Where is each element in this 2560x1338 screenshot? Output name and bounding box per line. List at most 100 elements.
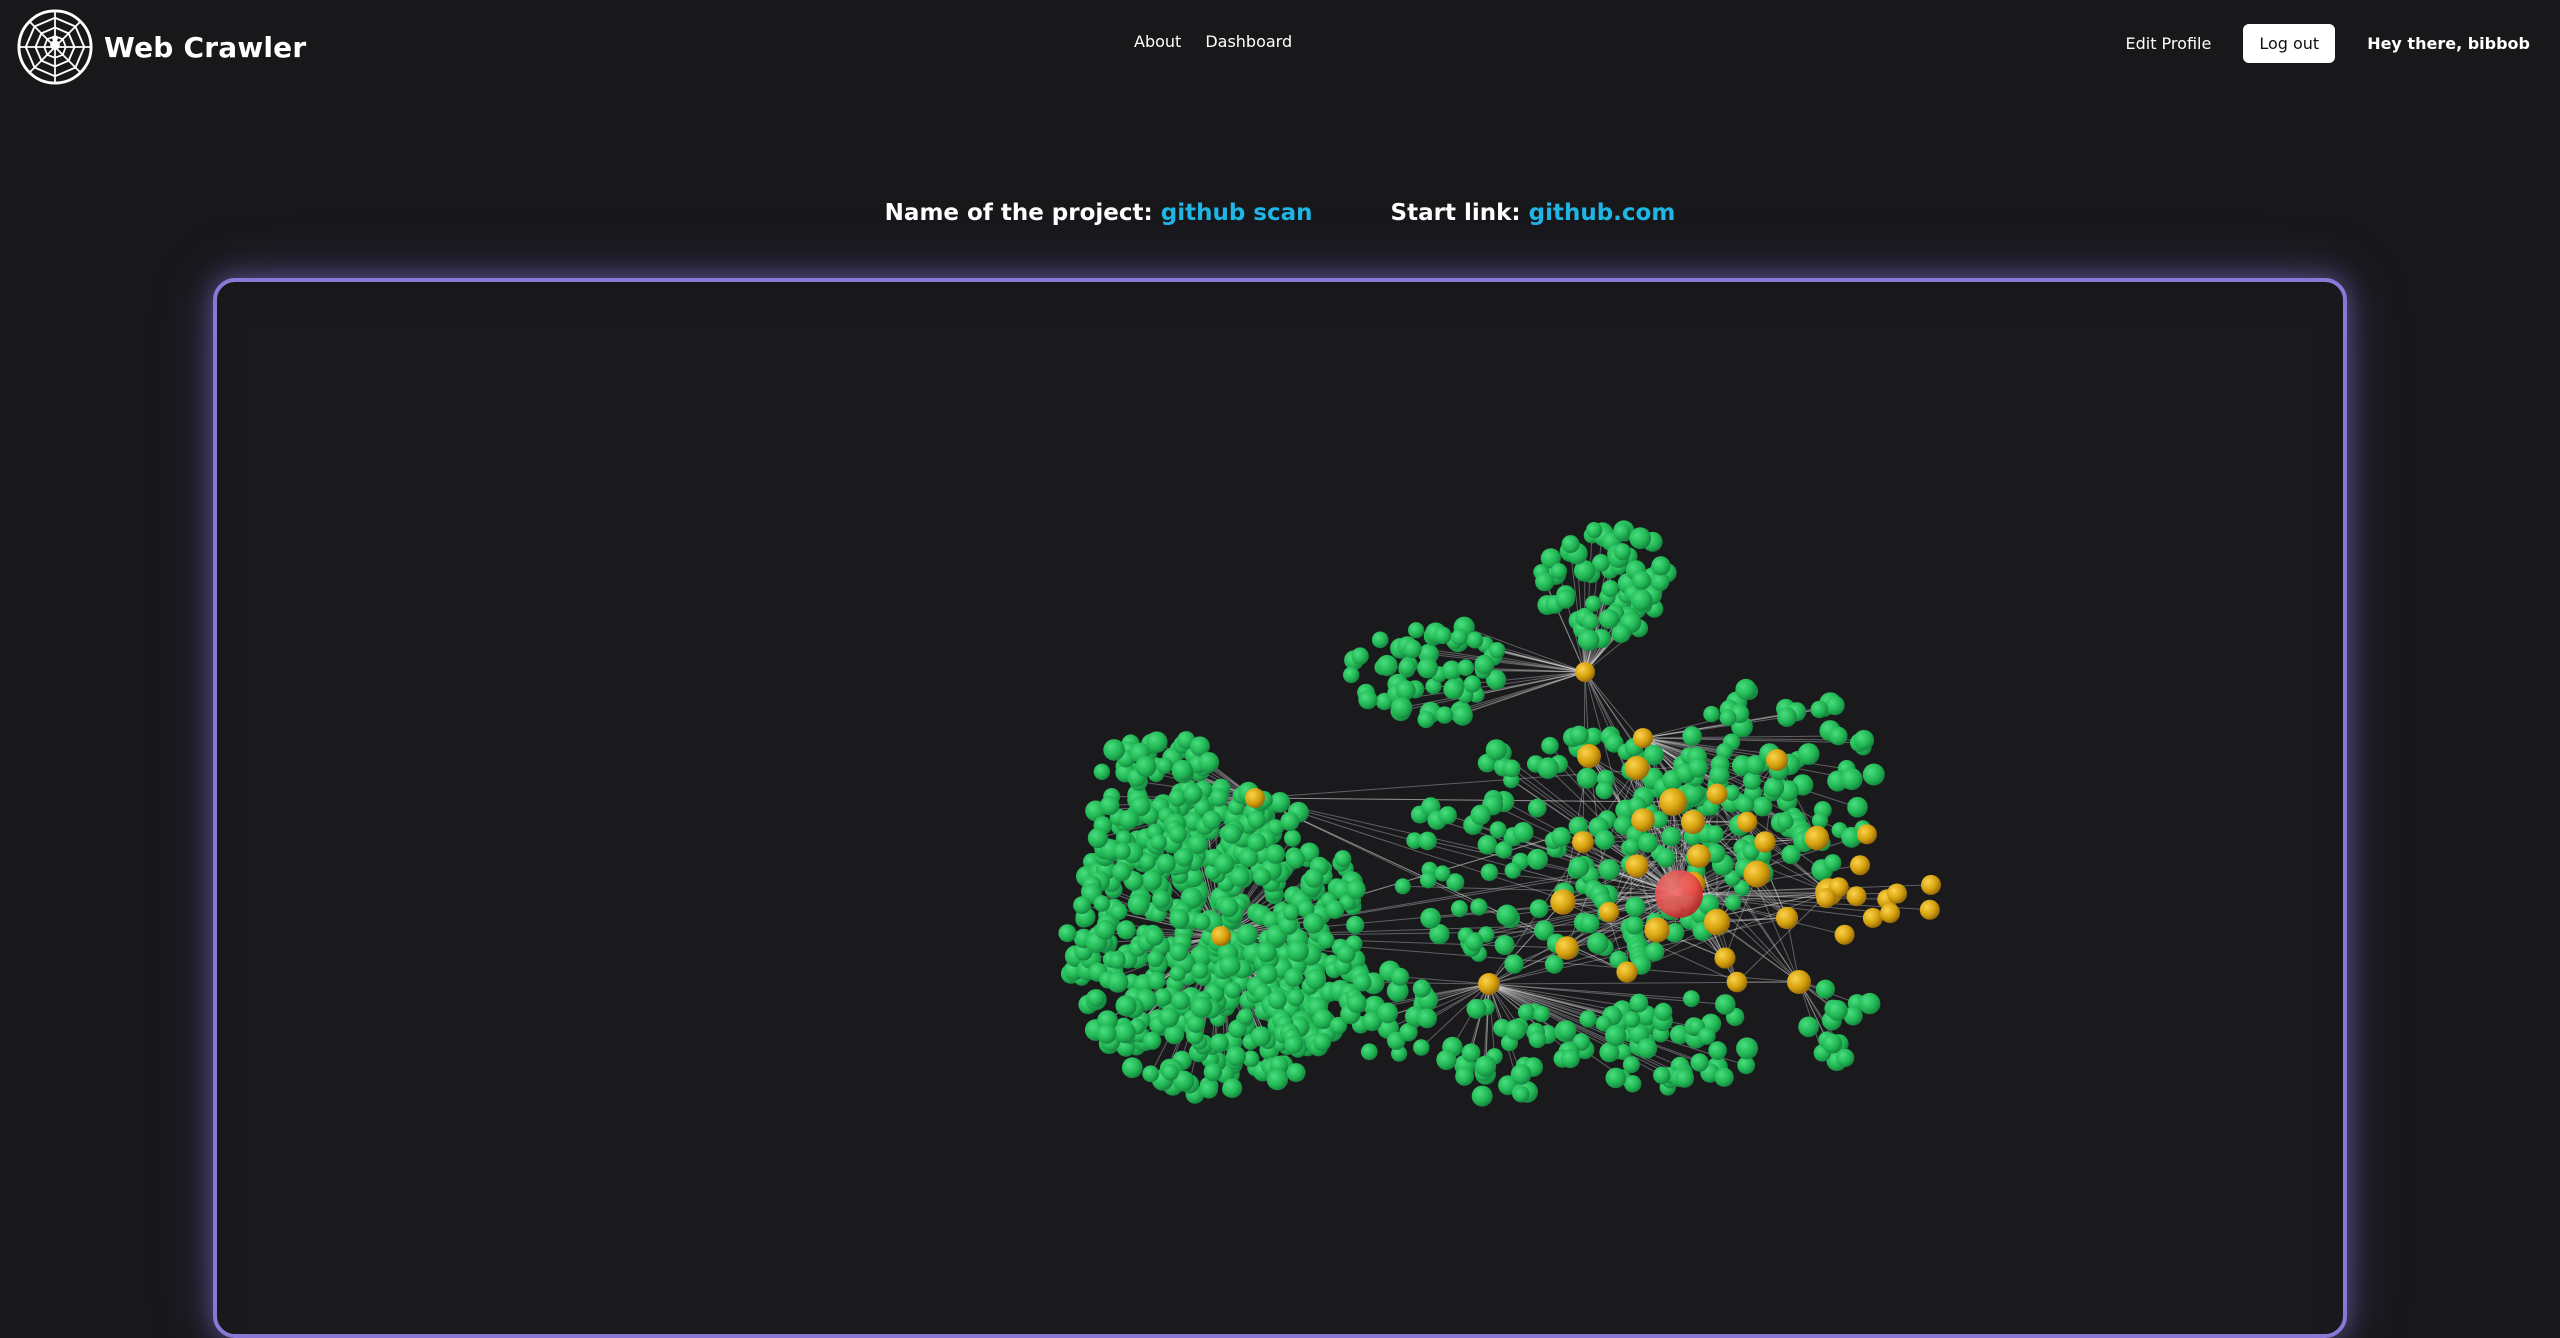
- graph-node-page[interactable]: [1599, 859, 1620, 880]
- graph-node-page[interactable]: [1822, 1034, 1842, 1054]
- graph-node-page[interactable]: [1511, 1064, 1532, 1085]
- graph-node-page[interactable]: [1088, 990, 1105, 1007]
- graph-node-page[interactable]: [1530, 899, 1549, 918]
- graph-node-page[interactable]: [1154, 988, 1172, 1006]
- graph-node-page[interactable]: [1580, 914, 1599, 933]
- graph-node-page[interactable]: [1503, 760, 1521, 778]
- graph-node-page[interactable]: [1471, 805, 1491, 825]
- graph-node-page[interactable]: [1637, 1038, 1657, 1058]
- graph-node-page[interactable]: [1451, 629, 1468, 646]
- graph-node-page[interactable]: [1466, 632, 1483, 649]
- graph-node-hub[interactable]: [1633, 728, 1653, 748]
- graph-node-hub[interactable]: [1857, 824, 1877, 844]
- graph-node-page[interactable]: [1551, 563, 1567, 579]
- graph-node-page[interactable]: [1413, 979, 1431, 997]
- graph-node-page[interactable]: [1107, 972, 1128, 993]
- graph-node-page[interactable]: [1706, 825, 1723, 842]
- graph-node-page[interactable]: [1256, 942, 1276, 962]
- graph-node-page[interactable]: [1192, 962, 1209, 979]
- graph-node-page[interactable]: [1280, 812, 1299, 831]
- graph-node-hub[interactable]: [1599, 902, 1619, 922]
- graph-node-page[interactable]: [1434, 865, 1450, 881]
- graph-node-page[interactable]: [1656, 848, 1675, 867]
- graph-node-hub[interactable]: [1478, 973, 1500, 995]
- graph-node-page[interactable]: [1675, 1069, 1694, 1088]
- graph-node-page[interactable]: [1334, 850, 1351, 867]
- graph-node-page[interactable]: [1569, 857, 1590, 878]
- graph-node-page[interactable]: [1467, 999, 1487, 1019]
- graph-node-page[interactable]: [1284, 1035, 1303, 1054]
- graph-node-hub[interactable]: [1776, 907, 1798, 929]
- graph-node-hub[interactable]: [1816, 888, 1836, 908]
- graph-node-page[interactable]: [1114, 843, 1131, 860]
- graph-node-page[interactable]: [1551, 827, 1571, 847]
- graph-node-page[interactable]: [1191, 996, 1213, 1018]
- graph-node-page[interactable]: [1595, 830, 1615, 850]
- graph-node-page[interactable]: [1569, 726, 1588, 745]
- graph-node-page[interactable]: [1214, 854, 1234, 874]
- graph-node-page[interactable]: [1361, 1043, 1378, 1060]
- graph-node-page[interactable]: [1122, 1057, 1143, 1078]
- graph-node-hub[interactable]: [1921, 875, 1941, 895]
- graph-node-page[interactable]: [1602, 580, 1619, 597]
- graph-node-page[interactable]: [1582, 613, 1599, 630]
- graph-node-page[interactable]: [1587, 932, 1609, 954]
- graph-node-page[interactable]: [1117, 920, 1136, 939]
- graph-node-page[interactable]: [1561, 1049, 1580, 1068]
- graph-node-hub[interactable]: [1631, 808, 1655, 832]
- graph-node-page[interactable]: [1169, 789, 1187, 807]
- graph-node-page[interactable]: [1420, 908, 1441, 929]
- graph-node-page[interactable]: [1577, 768, 1598, 789]
- graph-node-page[interactable]: [1481, 864, 1498, 881]
- graph-node-page[interactable]: [1841, 768, 1863, 790]
- graph-node-page[interactable]: [1623, 1056, 1640, 1073]
- graph-node-page[interactable]: [1863, 764, 1885, 786]
- graph-node-page[interactable]: [1715, 1068, 1734, 1087]
- graph-node-page[interactable]: [1413, 1039, 1430, 1056]
- graph-node-page[interactable]: [1631, 589, 1653, 611]
- graph-node-hub[interactable]: [1625, 756, 1649, 780]
- graph-node-page[interactable]: [1436, 706, 1453, 723]
- graph-node-page[interactable]: [1720, 709, 1737, 726]
- graph-node-page[interactable]: [1725, 895, 1741, 911]
- graph-node-page[interactable]: [1690, 1053, 1708, 1071]
- graph-node-page[interactable]: [1470, 898, 1487, 915]
- graph-node-page[interactable]: [1226, 1046, 1246, 1066]
- graph-node-page[interactable]: [1418, 711, 1435, 728]
- graph-node-page[interactable]: [1709, 765, 1729, 785]
- graph-node-page[interactable]: [1417, 1008, 1437, 1028]
- graph-node-page[interactable]: [1420, 872, 1437, 889]
- graph-node-page[interactable]: [1222, 1078, 1242, 1098]
- graph-node-hub[interactable]: [1644, 917, 1669, 942]
- graph-node-hub[interactable]: [1863, 908, 1883, 928]
- graph-node-hub[interactable]: [1550, 889, 1575, 914]
- graph-node-page[interactable]: [1624, 1075, 1641, 1092]
- graph-node-page[interactable]: [1372, 632, 1389, 649]
- graph-node-page[interactable]: [1624, 838, 1640, 854]
- graph-node-hub[interactable]: [1887, 884, 1907, 904]
- graph-node-page[interactable]: [1630, 994, 1649, 1013]
- graph-node-page[interactable]: [1474, 655, 1494, 675]
- graph-node-page[interactable]: [1472, 1086, 1493, 1107]
- graph-node-page[interactable]: [1391, 697, 1412, 718]
- graph-node-page[interactable]: [1193, 913, 1210, 930]
- graph-node-page[interactable]: [1827, 1000, 1848, 1021]
- graph-node-page[interactable]: [1267, 1069, 1288, 1090]
- graph-node-page[interactable]: [1100, 796, 1120, 816]
- graph-node-page[interactable]: [1103, 739, 1125, 761]
- graph-node-page[interactable]: [1094, 895, 1110, 911]
- graph-node-page[interactable]: [1219, 955, 1240, 976]
- graph-node-page[interactable]: [1585, 596, 1601, 612]
- graph-node-page[interactable]: [1287, 989, 1304, 1006]
- graph-node-page[interactable]: [1417, 658, 1438, 679]
- graph-node-page[interactable]: [1283, 904, 1300, 921]
- graph-node-page[interactable]: [1654, 1003, 1672, 1021]
- graph-node-page[interactable]: [1258, 965, 1277, 984]
- graph-node-page[interactable]: [1537, 757, 1559, 779]
- graph-node-page[interactable]: [1614, 543, 1631, 560]
- graph-node-hub[interactable]: [1850, 855, 1870, 875]
- graph-node-page[interactable]: [1632, 571, 1651, 590]
- graph-node-page[interactable]: [1346, 916, 1364, 934]
- graph-node-page[interactable]: [1343, 667, 1359, 683]
- graph-node-page[interactable]: [1465, 933, 1484, 952]
